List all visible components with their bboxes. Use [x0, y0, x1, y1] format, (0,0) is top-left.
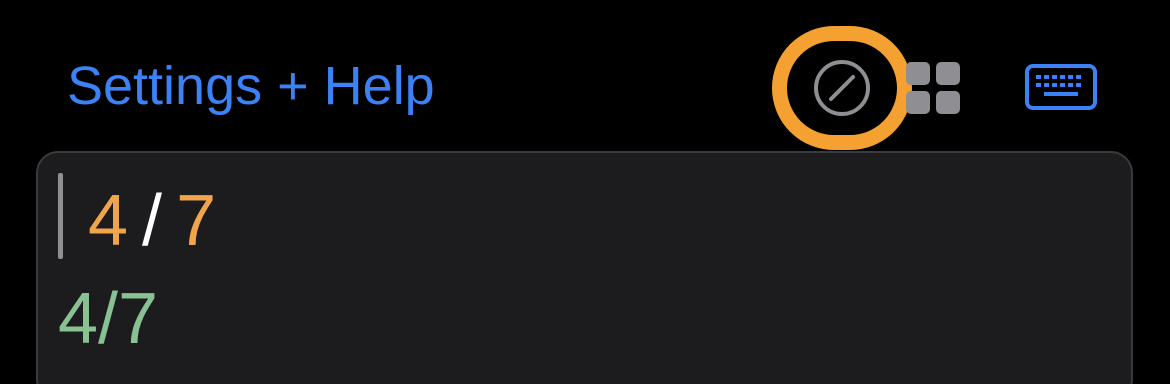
keyboard-button[interactable]	[1024, 62, 1098, 112]
keyboard-icon	[1025, 64, 1097, 110]
text-cursor	[58, 173, 63, 259]
expression-numerator: 4	[88, 181, 129, 261]
calculation-panel[interactable]: 4/7 4/7	[36, 151, 1133, 384]
expression-denominator: 7	[176, 181, 217, 261]
grid-button[interactable]	[904, 60, 962, 116]
slash-circle-icon	[814, 60, 870, 116]
expression-operator: /	[142, 181, 163, 261]
grid-icon	[906, 62, 960, 114]
result-value: 4/7	[58, 279, 159, 359]
slash-circle-button[interactable]	[812, 58, 872, 118]
settings-help-link[interactable]: Settings + Help	[67, 54, 435, 118]
calculator-screen: Settings + Help 4 / 7 4/7	[0, 0, 1170, 384]
expression-line[interactable]: 4/7	[88, 181, 216, 261]
